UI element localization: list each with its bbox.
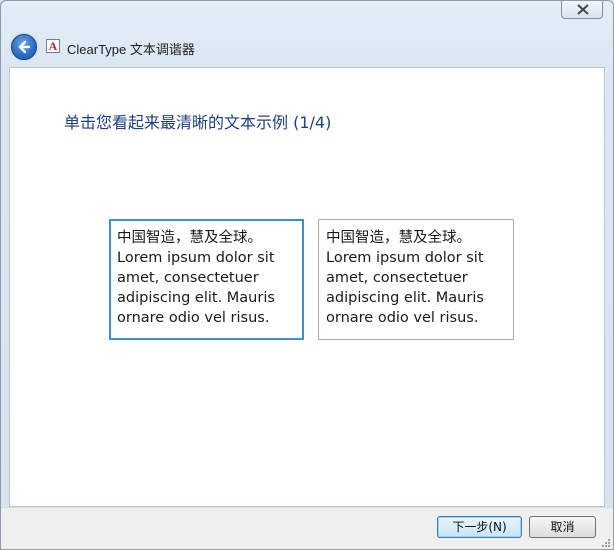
resize-grip-icon[interactable] [601,538,611,548]
back-button[interactable] [11,34,37,60]
back-arrow-icon [18,40,31,54]
sample-line: ornare odio vel risus. [326,310,479,326]
sample-line: Lorem ipsum dolor sit [117,250,275,266]
cleartype-app-icon: A [46,39,60,53]
close-button[interactable] [561,1,603,19]
sample-line: 中国智造，慧及全球。 [117,230,262,246]
next-button[interactable]: 下一步(N) [437,516,522,538]
cleartype-tuner-window: A ClearType 文本调谐器 单击您看起来最清晰的文本示例 (1/4) 中… [0,0,614,550]
sample-line: ornare odio vel risus. [117,310,270,326]
sample-line: adipiscing elit. Mauris [326,290,484,306]
sample-line: 中国智造，慧及全球。 [326,230,471,246]
sample-line: adipiscing elit. Mauris [117,290,275,306]
sample-line: amet, consectetuer [326,270,468,286]
text-sample-option-2[interactable]: 中国智造，慧及全球。 Lorem ipsum dolor sit amet, c… [318,219,514,340]
text-sample-option-1[interactable]: 中国智造，慧及全球。 Lorem ipsum dolor sit amet, c… [109,219,304,340]
page-heading: 单击您看起来最清晰的文本示例 (1/4) [64,113,332,132]
window-title: ClearType 文本调谐器 [67,42,195,57]
wizard-content: 单击您看起来最清晰的文本示例 (1/4) 中国智造，慧及全球。 Lorem ip… [9,67,605,507]
sample-line: amet, consectetuer [117,270,259,286]
sample-line: Lorem ipsum dolor sit [326,250,484,266]
close-icon [577,4,589,15]
wizard-footer: 下一步(N) 取消 [1,507,613,549]
cancel-button[interactable]: 取消 [529,516,596,538]
